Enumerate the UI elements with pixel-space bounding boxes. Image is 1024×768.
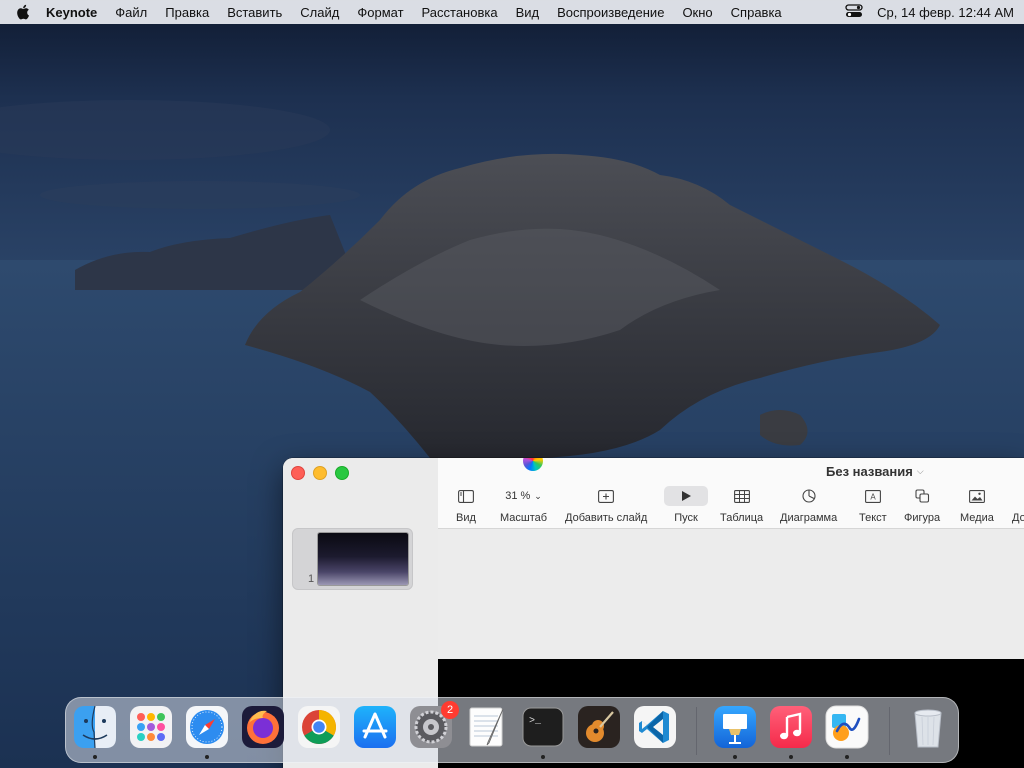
chevron-down-icon: ⌵ — [916, 466, 924, 476]
music-icon[interactable] — [769, 705, 813, 749]
dock: 2 >_ — [65, 697, 959, 763]
shape-button[interactable]: Фигура — [904, 486, 940, 524]
menu-window[interactable]: Окно — [682, 5, 712, 20]
text-icon: A — [864, 486, 881, 506]
terminal-icon[interactable]: >_ — [521, 705, 565, 749]
table-icon — [733, 486, 750, 506]
slide-number: 1 — [308, 573, 315, 585]
running-indicator — [541, 755, 545, 759]
app-store-icon[interactable] — [353, 705, 397, 749]
toolbar: Без названия ⌵ Вид 31 % ⌄ Масштаб Добави… — [438, 458, 1024, 529]
zoom-value: 31 % — [505, 490, 531, 502]
add-slide-button[interactable]: Добавить слайд — [565, 486, 647, 524]
notification-badge: 2 — [441, 701, 459, 719]
text-label: Текст — [859, 512, 887, 524]
media-button[interactable]: Медиа — [960, 486, 994, 524]
menu-play[interactable]: Воспроизведение — [557, 5, 664, 20]
view-label: Вид — [456, 512, 476, 524]
comment-label: До — [1012, 512, 1024, 524]
menu-bar: Keynote Файл Правка Вставить Слайд Форма… — [0, 0, 1024, 24]
close-button[interactable] — [291, 466, 305, 480]
trash-icon[interactable] — [906, 705, 950, 749]
play-label: Пуск — [674, 512, 698, 524]
play-icon — [664, 486, 708, 506]
menu-file[interactable]: Файл — [115, 5, 147, 20]
document-title[interactable]: Без названия ⌵ — [826, 464, 924, 479]
play-button[interactable]: Пуск — [664, 486, 708, 524]
vscode-icon[interactable] — [633, 705, 677, 749]
chrome-icon[interactable] — [297, 705, 341, 749]
system-preferences-icon[interactable]: 2 — [409, 701, 459, 749]
sidebar-icon — [458, 486, 474, 506]
shape-icon — [915, 486, 930, 506]
dock-separator — [889, 707, 890, 755]
menu-format[interactable]: Формат — [357, 5, 403, 20]
textedit-icon[interactable] — [465, 705, 509, 749]
apple-menu-icon[interactable] — [14, 3, 32, 21]
color-picker-icon — [523, 458, 543, 471]
document-title-text: Без названия — [826, 464, 913, 479]
table-label: Таблица — [720, 512, 764, 524]
zoom-button[interactable] — [335, 466, 349, 480]
slide-thumbnail-image — [318, 533, 408, 585]
firefox-icon[interactable] — [241, 705, 285, 749]
menu-insert[interactable]: Вставить — [227, 5, 282, 20]
finder-icon[interactable] — [73, 705, 117, 749]
dock-separator — [696, 707, 697, 755]
text-button[interactable]: A Текст — [859, 486, 887, 524]
freeform-icon[interactable] — [825, 705, 869, 749]
safari-icon[interactable] — [185, 705, 229, 749]
menu-slide[interactable]: Слайд — [300, 5, 339, 20]
add-slide-icon — [598, 486, 615, 506]
menu-view[interactable]: Вид — [516, 5, 540, 20]
menu-help[interactable]: Справка — [731, 5, 782, 20]
zoom-dropdown: 31 % ⌄ — [501, 486, 546, 506]
slide-thumbnail-selected[interactable]: 1 — [292, 528, 413, 590]
chart-icon — [802, 486, 816, 506]
control-center-icon[interactable] — [845, 3, 863, 21]
chevron-down-icon: ⌄ — [534, 490, 542, 501]
menu-edit[interactable]: Правка — [165, 5, 209, 20]
media-label: Медиа — [960, 512, 994, 524]
garageband-icon[interactable] — [577, 705, 621, 749]
keynote-icon[interactable] — [713, 705, 757, 749]
svg-text:>_: >_ — [529, 716, 542, 727]
menu-arrange[interactable]: Расстановка — [422, 5, 498, 20]
svg-text:A: A — [870, 492, 876, 501]
chart-button[interactable]: Диаграмма — [780, 486, 837, 524]
window-controls — [291, 466, 349, 480]
zoom-label: Масштаб — [500, 512, 548, 524]
menubar-clock[interactable]: Ср, 14 февр. 12:44 AM — [877, 5, 1014, 20]
running-indicator — [733, 755, 737, 759]
canvas-background — [438, 529, 1024, 659]
add-slide-label: Добавить слайд — [565, 512, 648, 524]
table-button[interactable]: Таблица — [720, 486, 763, 524]
running-indicator — [93, 755, 97, 759]
running-indicator — [845, 755, 849, 759]
view-button[interactable]: Вид — [456, 486, 476, 524]
chart-label: Диаграмма — [780, 512, 838, 524]
shape-label: Фигура — [904, 512, 941, 524]
zoom-control[interactable]: 31 % ⌄ Масштаб — [500, 486, 547, 524]
running-indicator — [205, 755, 209, 759]
running-indicator — [789, 755, 793, 759]
minimize-button[interactable] — [313, 466, 327, 480]
comment-button-partial[interactable]: До — [1012, 486, 1024, 524]
launchpad-icon[interactable] — [129, 705, 173, 749]
media-icon — [968, 486, 985, 506]
menu-app-name[interactable]: Keynote — [46, 5, 97, 20]
